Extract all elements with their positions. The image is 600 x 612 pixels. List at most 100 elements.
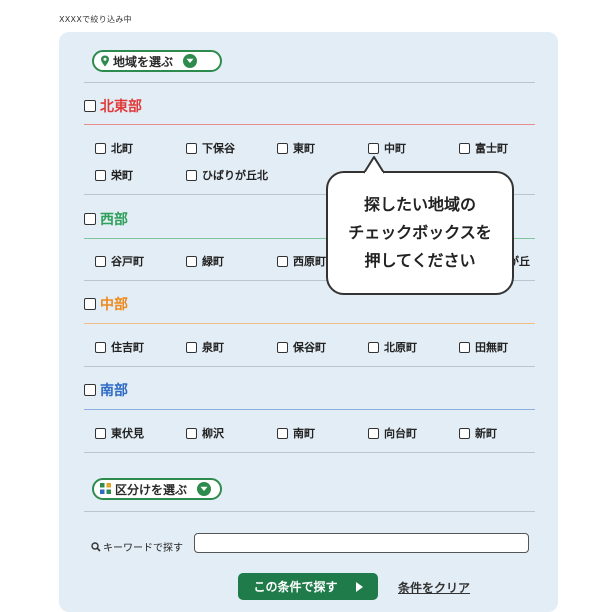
town-checkbox[interactable]: 向台町 (368, 425, 417, 441)
category-select-button[interactable]: 区分けを選ぶ (92, 478, 222, 500)
town-checkbox[interactable]: 保谷町 (277, 339, 326, 355)
checkbox[interactable] (277, 341, 288, 353)
town-label: ひばりが丘北 (202, 169, 268, 182)
checkbox[interactable] (84, 384, 96, 396)
town-checkbox[interactable]: 田無町 (459, 339, 508, 355)
divider (84, 511, 535, 512)
area-select-button[interactable]: 地域を選ぶ (92, 50, 222, 72)
filter-status-text: XXXXで絞り込み中 (59, 15, 132, 24)
search-panel (59, 32, 558, 612)
town-checkbox[interactable]: 柳沢 (186, 425, 224, 441)
callout-tail (363, 156, 385, 174)
keyword-label-text: キーワードで探す (103, 543, 183, 554)
town-checkbox[interactable]: 緑町 (186, 253, 224, 269)
town-label: 田無町 (475, 341, 508, 354)
town-checkbox[interactable]: 谷戸町 (95, 253, 144, 269)
checkbox[interactable] (186, 142, 197, 154)
town-label: 新町 (475, 427, 497, 440)
checkbox[interactable] (95, 142, 106, 154)
region-divider (84, 409, 535, 410)
checkbox[interactable] (277, 255, 288, 267)
checkbox[interactable] (84, 298, 96, 310)
checkbox[interactable] (277, 142, 288, 154)
chevron-down-icon (197, 482, 212, 496)
town-checkbox[interactable]: 中町 (368, 140, 406, 156)
town-checkbox[interactable]: 泉町 (186, 339, 224, 355)
town-label: 柳沢 (202, 427, 224, 440)
town-label: 中町 (384, 142, 406, 155)
town-label: 向台町 (384, 427, 417, 440)
instruction-callout: 探したい地域の チェックボックスを 押してください (326, 171, 514, 295)
town-checkbox[interactable]: 住吉町 (95, 339, 144, 355)
town-checkbox[interactable]: 新町 (459, 425, 497, 441)
town-checkbox[interactable]: 北町 (95, 140, 133, 156)
grid-icon (100, 483, 112, 495)
divider (84, 452, 535, 453)
checkbox[interactable] (368, 427, 379, 439)
town-checkbox[interactable]: 西原町 (277, 253, 326, 269)
divider (84, 82, 535, 83)
region-label: 北東部 (100, 99, 142, 115)
checkbox[interactable] (186, 169, 197, 181)
checkbox[interactable] (459, 341, 470, 353)
town-label: 北原町 (384, 341, 417, 354)
town-label: 東伏見 (111, 427, 144, 440)
region-label: 西部 (100, 212, 128, 228)
submit-label: この条件で探す (253, 580, 338, 594)
divider (84, 366, 535, 367)
town-label: 住吉町 (111, 341, 144, 354)
checkbox[interactable] (459, 142, 470, 154)
checkbox[interactable] (186, 427, 197, 439)
town-label: 北町 (111, 142, 133, 155)
play-triangle-icon (355, 581, 363, 592)
map-pin-icon (100, 55, 110, 67)
area-select-label: 地域を選ぶ (113, 54, 174, 69)
checkbox[interactable] (368, 341, 379, 353)
checkbox[interactable] (277, 427, 288, 439)
town-checkbox[interactable]: 南町 (277, 425, 315, 441)
town-checkbox[interactable]: 富士町 (459, 140, 508, 156)
region-divider (84, 124, 535, 125)
checkbox[interactable] (459, 427, 470, 439)
search-icon (91, 541, 101, 552)
town-checkbox[interactable]: ひばりが丘北 (186, 167, 268, 183)
region-divider (84, 323, 535, 324)
region-checkbox-seibu[interactable]: 西部 (84, 209, 128, 229)
town-checkbox[interactable]: 東伏見 (95, 425, 144, 441)
checkbox[interactable] (95, 169, 106, 181)
checkbox[interactable] (95, 427, 106, 439)
town-label: 栄町 (111, 169, 133, 182)
checkbox[interactable] (95, 255, 106, 267)
search-submit-button[interactable]: この条件で探す (238, 573, 378, 600)
region-checkbox-nanbu[interactable]: 南部 (84, 380, 128, 400)
town-checkbox[interactable]: 東町 (277, 140, 315, 156)
checkbox[interactable] (186, 341, 197, 353)
callout-line: チェックボックスを (348, 223, 492, 242)
callout-line: 押してください (364, 251, 476, 270)
checkbox[interactable] (368, 142, 379, 154)
town-label: 西原町 (293, 255, 326, 268)
clear-conditions-link[interactable]: 条件をクリア (398, 579, 470, 596)
category-select-label: 区分けを選ぶ (115, 482, 188, 497)
town-label: 下保谷 (202, 142, 235, 155)
town-label: 泉町 (202, 341, 224, 354)
region-checkbox-hokutobu[interactable]: 北東部 (84, 96, 142, 116)
checkbox[interactable] (95, 341, 106, 353)
keyword-label: キーワードで探す (91, 539, 183, 554)
chevron-down-icon (183, 54, 198, 68)
town-checkbox[interactable]: 栄町 (95, 167, 133, 183)
town-label: 緑町 (202, 255, 224, 268)
checkbox[interactable] (186, 255, 197, 267)
callout-line: 探したい地域の (363, 195, 476, 214)
region-label: 南部 (100, 383, 128, 399)
town-label: 谷戸町 (111, 255, 144, 268)
town-checkbox[interactable]: 北原町 (368, 339, 417, 355)
region-label: 中部 (100, 297, 128, 313)
checkbox[interactable] (84, 213, 96, 225)
region-checkbox-chubu[interactable]: 中部 (84, 294, 128, 314)
town-label: 保谷町 (293, 341, 326, 354)
checkbox[interactable] (84, 100, 96, 112)
town-checkbox[interactable]: 下保谷 (186, 140, 235, 156)
town-label: 富士町 (475, 142, 508, 155)
keyword-input[interactable] (194, 533, 529, 553)
